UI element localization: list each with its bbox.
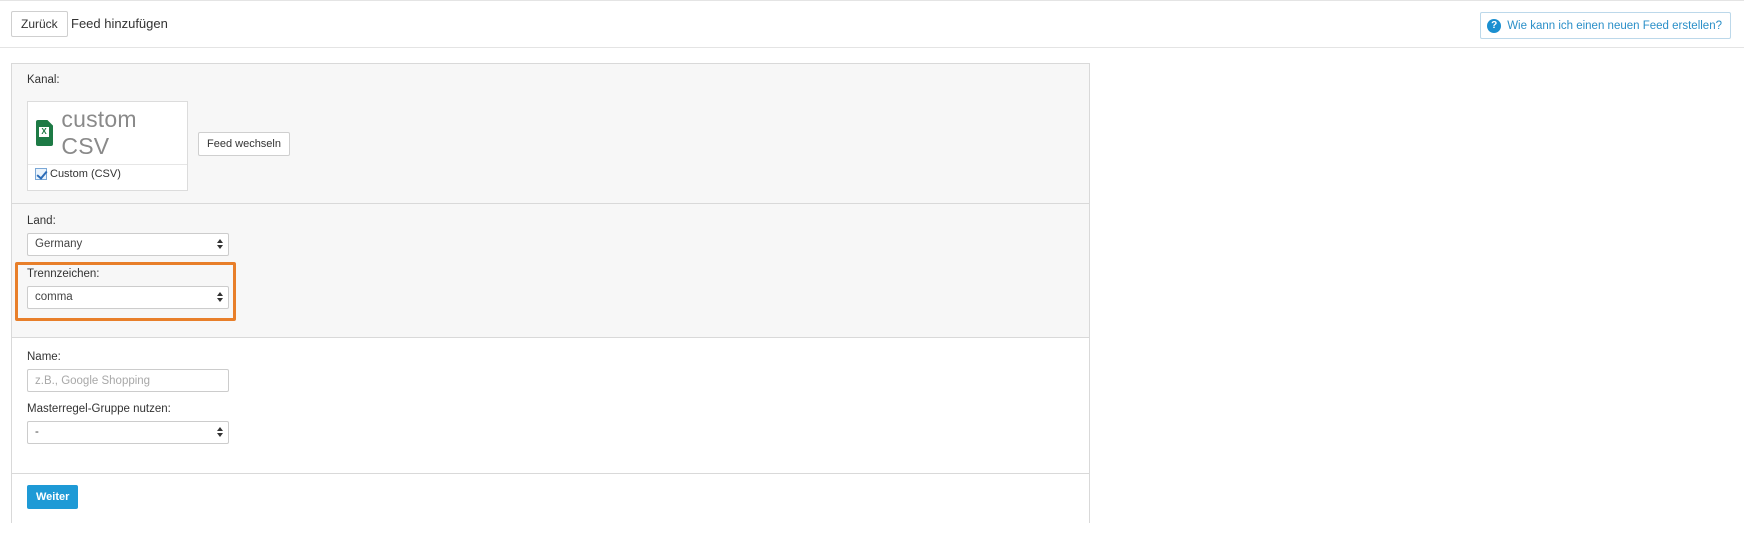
- back-button[interactable]: Zurück: [11, 11, 68, 37]
- delimiter-label: Trennzeichen:: [27, 268, 100, 280]
- question-circle-icon: ?: [1487, 18, 1502, 33]
- channel-section: Kanal: X custom CSV Custom (CSV) Feed we…: [12, 64, 1089, 204]
- help-link-label: Wie kann ich einen neuen Feed erstellen?: [1507, 19, 1722, 32]
- country-label: Land:: [27, 215, 56, 227]
- master-rule-group-label: Masterregel-Gruppe nutzen:: [27, 403, 171, 415]
- master-rule-group-select-value: -: [35, 426, 39, 438]
- name-label: Name:: [27, 351, 61, 363]
- master-rule-group-select[interactable]: -: [27, 421, 229, 444]
- next-button[interactable]: Weiter: [27, 485, 79, 509]
- form-footer: Weiter: [12, 474, 1089, 523]
- name-input[interactable]: [27, 369, 229, 392]
- channel-checkbox[interactable]: [35, 168, 47, 180]
- channel-card: X custom CSV Custom (CSV): [27, 101, 188, 191]
- help-link[interactable]: ? Wie kann ich einen neuen Feed erstelle…: [1480, 12, 1731, 39]
- channel-checkbox-row[interactable]: Custom (CSV): [35, 168, 121, 180]
- name-section: Name: Masterregel-Gruppe nutzen: -: [12, 338, 1089, 474]
- country-delimiter-section: Land: Germany Trennzeichen: comma: [12, 204, 1089, 338]
- country-select[interactable]: Germany: [27, 233, 229, 256]
- delimiter-select-value: comma: [35, 291, 73, 303]
- top-toolbar: Zurück Feed hinzufügen ? Wie kann ich ei…: [0, 0, 1744, 48]
- page-title: Feed hinzufügen: [71, 16, 168, 31]
- channel-label: Kanal:: [27, 74, 60, 86]
- switch-feed-button[interactable]: Feed wechseln: [198, 132, 290, 156]
- select-arrows-icon: [217, 426, 223, 439]
- delimiter-select[interactable]: comma: [27, 286, 229, 309]
- excel-csv-file-icon: X: [36, 120, 54, 146]
- select-arrows-icon: [217, 291, 223, 304]
- country-select-value: Germany: [35, 238, 83, 250]
- feed-form-panel: Kanal: X custom CSV Custom (CSV) Feed we…: [11, 63, 1090, 523]
- select-arrows-icon: [217, 238, 223, 251]
- channel-logo: X custom CSV: [28, 102, 187, 165]
- channel-logo-text: custom CSV: [61, 106, 137, 159]
- channel-name: Custom (CSV): [50, 168, 121, 180]
